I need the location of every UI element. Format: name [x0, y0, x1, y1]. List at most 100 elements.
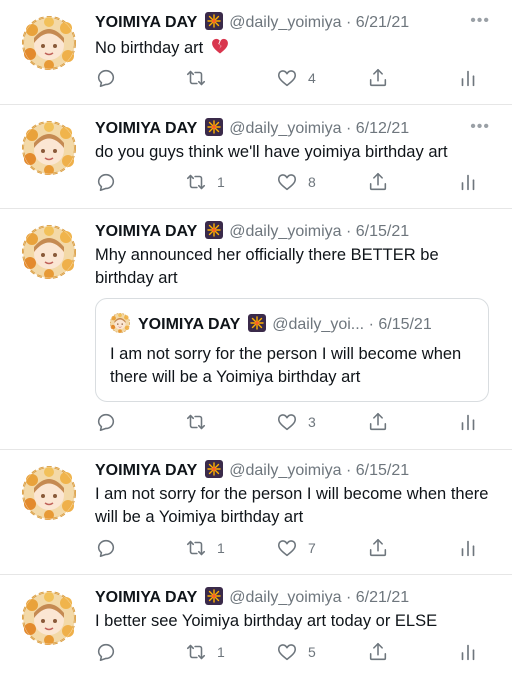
tweet-date[interactable]: 6/12/21	[356, 120, 409, 137]
analytics-button[interactable]	[457, 410, 479, 434]
user-handle[interactable]: @daily_yoimiya	[229, 14, 341, 31]
retweet-icon	[185, 641, 207, 663]
tweet-text-content: No birthday art	[95, 39, 204, 57]
analytics-icon	[457, 641, 479, 663]
tweet-header: YOIMIYA DAY @daily_yoimiya · 6/15/21	[95, 221, 409, 243]
avatar[interactable]	[22, 466, 76, 520]
like-count: 3	[308, 414, 316, 430]
fireworks-icon	[205, 587, 223, 605]
share-button[interactable]	[367, 536, 389, 560]
tweet[interactable]: YOIMIYA DAY @daily_yoimiya · 6/12/21 ••• …	[0, 105, 512, 208]
fireworks-icon	[205, 12, 223, 30]
separator-dot: ·	[346, 223, 352, 240]
tweet[interactable]: YOIMIYA DAY @daily_yoimiya · 6/15/21 Mhy …	[0, 209, 512, 449]
quoted-tweet-header: YOIMIYA DAY @daily_yoi... · 6/15/21	[110, 313, 432, 335]
avatar[interactable]	[22, 591, 76, 645]
tweet-actions: 1 5	[0, 640, 512, 664]
retweet-button[interactable]: 1	[185, 536, 225, 560]
analytics-button[interactable]	[457, 536, 479, 560]
retweet-count: 1	[217, 540, 225, 556]
more-options-icon[interactable]: •••	[470, 10, 490, 32]
fireworks-icon	[205, 221, 223, 239]
tweet-actions: 3	[0, 410, 512, 434]
reply-button[interactable]	[95, 66, 127, 90]
like-count: 5	[308, 644, 316, 660]
fireworks-icon	[205, 118, 223, 136]
tweet[interactable]: YOIMIYA DAY @daily_yoimiya · 6/15/21 I am…	[0, 450, 512, 574]
like-icon	[276, 537, 298, 559]
share-button[interactable]	[367, 66, 389, 90]
share-button[interactable]	[367, 640, 389, 664]
display-name[interactable]: YOIMIYA DAY	[95, 589, 197, 606]
tweet-actions: 1 8	[0, 170, 512, 194]
analytics-button[interactable]	[457, 640, 479, 664]
analytics-icon	[457, 537, 479, 559]
display-name[interactable]: YOIMIYA DAY	[95, 462, 197, 479]
share-button[interactable]	[367, 170, 389, 194]
tweet-actions: 1 7	[0, 536, 512, 560]
tweet[interactable]: YOIMIYA DAY @daily_yoimiya · 6/21/21 I be…	[0, 575, 512, 680]
like-icon	[276, 411, 298, 433]
separator-dot: ·	[346, 14, 352, 31]
retweet-count: 1	[217, 644, 225, 660]
separator-dot: ·	[346, 462, 352, 479]
fireworks-icon	[205, 460, 223, 478]
retweet-icon	[185, 67, 207, 89]
display-name[interactable]: YOIMIYA DAY	[95, 14, 197, 31]
retweet-count: 1	[217, 174, 225, 190]
like-count: 7	[308, 540, 316, 556]
reply-icon	[95, 411, 117, 433]
like-button[interactable]: 4	[276, 66, 316, 90]
reply-icon	[95, 537, 117, 559]
tweet-date[interactable]: 6/21/21	[356, 14, 409, 31]
tweet[interactable]: YOIMIYA DAY @daily_yoimiya · 6/21/21 ••• …	[0, 0, 512, 104]
reply-button[interactable]	[95, 640, 127, 664]
retweet-button[interactable]: 1	[185, 640, 225, 664]
avatar[interactable]	[22, 121, 76, 175]
analytics-icon	[457, 67, 479, 89]
display-name[interactable]: YOIMIYA DAY	[95, 223, 197, 240]
analytics-icon	[457, 411, 479, 433]
tweet-text: I am not sorry for the person I will bec…	[95, 485, 489, 526]
reply-button[interactable]	[95, 170, 127, 194]
avatar[interactable]	[22, 225, 76, 279]
tweet-date[interactable]: 6/15/21	[356, 223, 409, 240]
like-count: 4	[308, 70, 316, 86]
display-name[interactable]: YOIMIYA DAY	[95, 120, 197, 137]
like-button[interactable]: 3	[276, 410, 316, 434]
analytics-button[interactable]	[457, 66, 479, 90]
user-handle[interactable]: @daily_yoimiya	[229, 589, 341, 606]
quoted-user-handle: @daily_yoi...	[272, 316, 365, 333]
separator-dot: ·	[368, 316, 374, 333]
retweet-button[interactable]	[185, 66, 217, 90]
tweet-header: YOIMIYA DAY @daily_yoimiya · 6/21/21	[95, 12, 409, 34]
reply-button[interactable]	[95, 410, 127, 434]
like-button[interactable]: 7	[276, 536, 316, 560]
separator-dot: ·	[346, 120, 352, 137]
tweet-header: YOIMIYA DAY @daily_yoimiya · 6/15/21	[95, 460, 409, 482]
user-handle[interactable]: @daily_yoimiya	[229, 120, 341, 137]
retweet-icon	[185, 411, 207, 433]
avatar[interactable]	[22, 16, 76, 70]
user-handle[interactable]: @daily_yoimiya	[229, 223, 341, 240]
tweet-text: I better see Yoimiya birthday art today …	[95, 612, 438, 630]
like-button[interactable]: 8	[276, 170, 316, 194]
quoted-tweet[interactable]: YOIMIYA DAY @daily_yoi... · 6/15/21 I am …	[95, 298, 489, 402]
user-handle[interactable]: @daily_yoimiya	[229, 462, 341, 479]
fireworks-icon	[248, 314, 266, 332]
share-icon	[367, 67, 389, 89]
retweet-button[interactable]	[185, 410, 217, 434]
like-button[interactable]: 5	[276, 640, 316, 664]
reply-button[interactable]	[95, 536, 127, 560]
like-icon	[276, 171, 298, 193]
quoted-tweet-text: I am not sorry for the person I will bec…	[110, 345, 462, 386]
reply-icon	[95, 67, 117, 89]
tweet-text: Mhy announced her officially there BETTE…	[95, 246, 439, 287]
analytics-button[interactable]	[457, 170, 479, 194]
share-button[interactable]	[367, 410, 389, 434]
quoted-tweet-date: 6/15/21	[378, 316, 432, 333]
more-options-icon[interactable]: •••	[470, 116, 490, 138]
retweet-button[interactable]: 1	[185, 170, 225, 194]
tweet-date[interactable]: 6/15/21	[356, 462, 409, 479]
tweet-date[interactable]: 6/21/21	[356, 589, 409, 606]
